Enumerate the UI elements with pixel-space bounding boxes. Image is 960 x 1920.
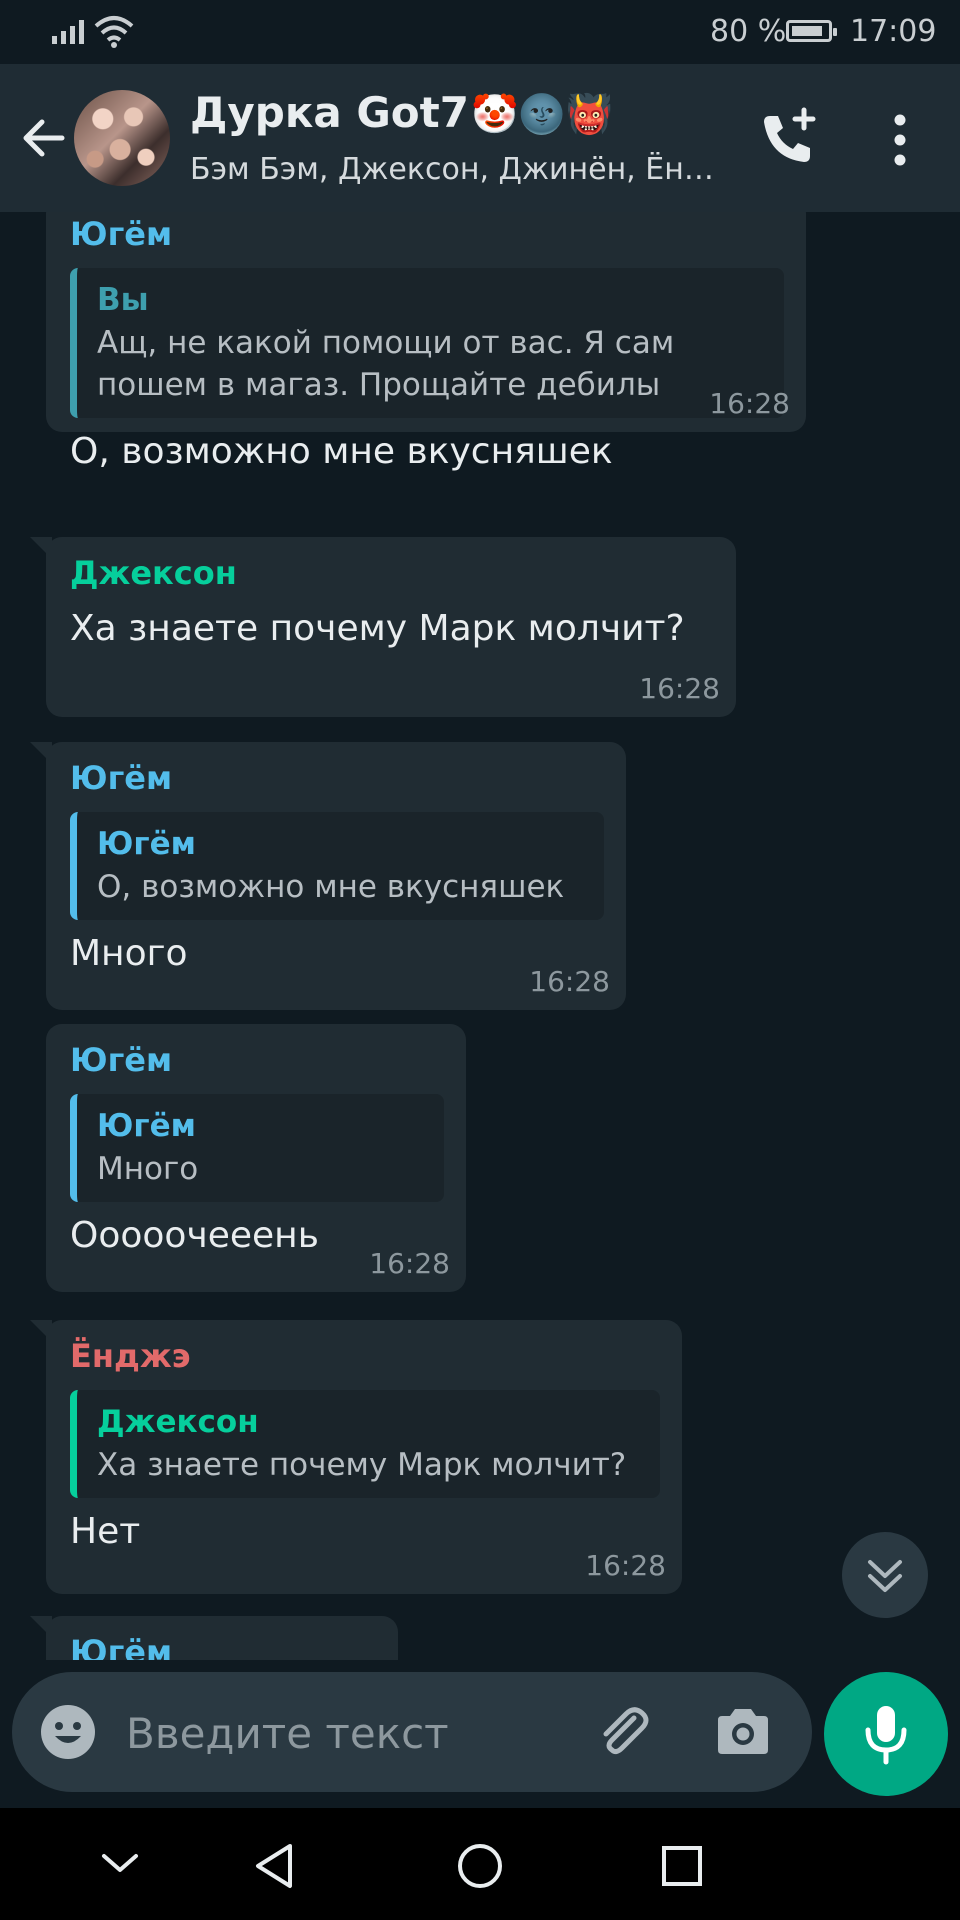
message-bubble[interactable]: Джексон Ха знаете почему Марк молчит? 16… (30, 537, 736, 717)
message-sender: Югём (70, 215, 173, 253)
quoted-message[interactable]: Вы Ащ, не какой помощи от вас. Я сам пош… (70, 268, 784, 418)
battery-percent: 80 % (710, 14, 787, 49)
message-bubble[interactable]: Югём Вы Ащ, не какой помощи от вас. Я са… (46, 212, 806, 472)
more-vert-icon[interactable] (880, 110, 920, 170)
chat-title[interactable]: Дурка Got7🤡🌚👹 (190, 88, 613, 137)
scroll-to-bottom-button[interactable] (842, 1532, 928, 1618)
mic-icon (865, 1706, 907, 1765)
nav-back-icon[interactable] (252, 1842, 296, 1890)
message-input[interactable] (124, 1694, 568, 1772)
chat-title-emojis: 🤡🌚👹 (470, 92, 613, 136)
message-sender: Югём (70, 759, 173, 797)
quoted-message[interactable]: Джексон Ха знаете почему Марк молчит? (70, 1390, 660, 1498)
chat-members[interactable]: Бэм Бэм, Джексон, Джинён, Ён… (190, 152, 730, 187)
wifi-icon (94, 16, 134, 48)
status-clock: 17:09 (850, 14, 937, 49)
message-bubble[interactable]: Югём (30, 1616, 398, 1660)
system-nav-bar (0, 1808, 960, 1920)
message-sender: Югём (70, 1041, 173, 1079)
nav-home-icon[interactable] (456, 1842, 504, 1890)
arrow-left-icon[interactable] (18, 112, 70, 164)
message-bubble[interactable]: Ёнджэ Джексон Ха знаете почему Марк молч… (30, 1320, 682, 1594)
quoted-message[interactable]: Югём О, возможно мне вкусняшек (70, 812, 604, 920)
quoted-sender: Югём (97, 1108, 196, 1144)
message-sender: Джексон (70, 554, 237, 592)
message-time: 16:28 (529, 965, 610, 998)
emoji-icon[interactable] (40, 1704, 96, 1760)
battery-icon (786, 20, 837, 42)
message-time: 16:28 (639, 672, 720, 705)
quoted-text: Ха знаете почему Марк молчит? (97, 1447, 627, 1483)
add-call-icon[interactable] (756, 106, 820, 170)
chat-header: Дурка Got7🤡🌚👹 Бэм Бэм, Джексон, Джинён, … (0, 64, 960, 212)
chat-title-text: Дурка Got7 (190, 88, 469, 137)
message-text: О, возможно мне вкусняшек (70, 431, 613, 472)
paperclip-icon[interactable] (592, 1700, 656, 1764)
message-text: Ха знаете почему Марк молчит? (70, 608, 685, 649)
camera-icon[interactable] (712, 1702, 774, 1762)
status-bar: 80 % 17:09 (0, 0, 960, 64)
double-chevron-down-icon (868, 1560, 902, 1592)
message-bubble[interactable]: Югём Югём О, возможно мне вкусняшек Мног… (30, 742, 626, 1010)
message-list[interactable]: Югём Вы Ащ, не какой помощи от вас. Я са… (0, 212, 960, 1660)
cellular-signal-icon (52, 18, 84, 44)
quoted-message[interactable]: Югём Много (70, 1094, 444, 1202)
hide-keyboard-icon[interactable] (98, 1848, 142, 1878)
message-sender: Югём (70, 1633, 173, 1660)
message-text: Много (70, 933, 188, 974)
quoted-text: Ащ, не какой помощи от вас. Я сам пошем … (97, 325, 675, 403)
message-bubble[interactable]: Югём Югём Много Ооооочееень 16:28 (46, 1024, 466, 1292)
voice-message-button[interactable] (824, 1672, 948, 1796)
quoted-text: Много (97, 1151, 199, 1187)
message-text: Нет (70, 1511, 141, 1552)
message-sender: Ёнджэ (70, 1337, 191, 1375)
group-avatar[interactable] (74, 90, 170, 186)
message-time: 16:28 (709, 387, 790, 420)
message-composer (12, 1672, 812, 1792)
nav-recents-icon[interactable] (660, 1844, 704, 1888)
message-time: 16:28 (369, 1247, 450, 1280)
quoted-text: О, возможно мне вкусняшек (97, 869, 565, 905)
message-time: 16:28 (585, 1549, 666, 1582)
quoted-sender: Вы (97, 282, 149, 318)
quoted-sender: Джексон (97, 1404, 259, 1440)
quoted-sender: Югём (97, 826, 196, 862)
